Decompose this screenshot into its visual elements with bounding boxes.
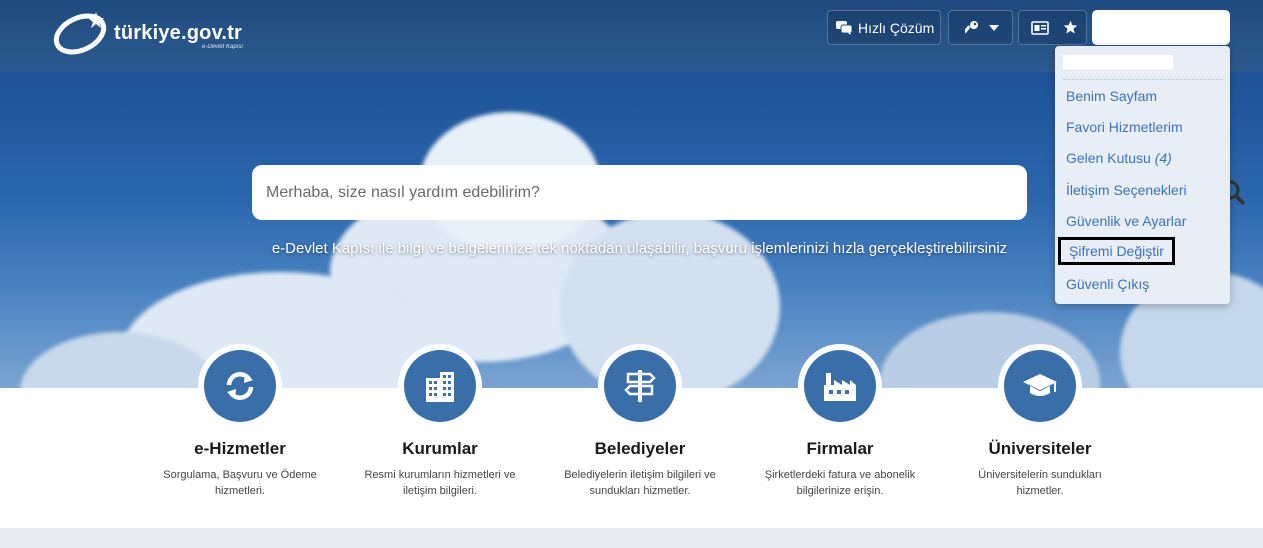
footer-band <box>0 528 1263 548</box>
category-icon-circle <box>598 344 682 428</box>
menu-item-my-page[interactable]: Benim Sayfam <box>1066 88 1157 104</box>
category-title: Firmalar <box>806 439 874 458</box>
menu-item-label: Güvenlik ve Ayarlar <box>1066 213 1187 229</box>
menu-item-label: Favori Hizmetlerim <box>1066 119 1183 135</box>
search-input[interactable] <box>266 177 946 209</box>
category-municipalities[interactable]: Belediyeler Belediyelerin iletişim bilgi… <box>540 344 740 499</box>
category-universities[interactable]: Üniversiteler Üniversitelerin sundukları… <box>940 344 1140 499</box>
refresh-icon <box>226 372 254 400</box>
category-companies[interactable]: Firmalar Şirketlerdeki fatura ve aboneli… <box>740 344 940 499</box>
menu-item-label: Gelen Kutusu <box>1066 150 1151 166</box>
chat-icon <box>836 20 852 35</box>
category-title: Üniversiteler <box>988 439 1092 458</box>
category-icon-circle <box>398 344 482 428</box>
user-name-field <box>1063 55 1173 69</box>
menu-item-secure-logout[interactable]: Güvenli Çıkış <box>1066 276 1149 292</box>
menu-item-inbox[interactable]: Gelen Kutusu (4) <box>1066 150 1172 166</box>
menu-item-contact-options[interactable]: İletişim Seçenekleri <box>1066 182 1187 198</box>
hero-tagline: e-Devlet Kapısı ile bilgi ve belgelerini… <box>271 240 1008 257</box>
category-institutions[interactable]: Kurumlar Resmi kurumların hizmetleri ve … <box>340 344 540 499</box>
category-icon-circle <box>198 344 282 428</box>
category-title: e-Hizmetler <box>194 439 286 458</box>
brand-tagline: e-Devlet Kapısı <box>202 44 244 50</box>
chevron-down-icon <box>989 24 999 31</box>
quick-solution-label: Hızlı Çözüm <box>858 19 935 36</box>
menu-item-change-password[interactable]: Şifremi Değiştir <box>1058 237 1175 265</box>
building-icon <box>426 372 454 402</box>
category-description: Üniversitelerin sundukları hizmetler. <box>978 469 1102 497</box>
category-title: Belediyeler <box>594 439 686 458</box>
category-description: Resmi kurumların hizmetleri ve iletişim … <box>364 469 516 497</box>
brand-name: türkiye.gov.tr <box>114 22 243 44</box>
factory-icon <box>824 373 856 401</box>
category-title: Kurumlar <box>402 439 478 458</box>
star-icon <box>1063 20 1078 34</box>
category-e-services[interactable]: e-Hizmetler Sorgulama, Başvuru ve Ödeme … <box>140 344 340 499</box>
site-logo[interactable]: türkiye.gov.tr e-Devlet Kapısı <box>52 6 262 58</box>
menu-divider <box>1063 79 1223 80</box>
menu-item-label: İletişim Seçenekleri <box>1066 182 1187 198</box>
quick-solution-button[interactable]: Hızlı Çözüm <box>827 10 941 45</box>
signpost-icon <box>624 370 656 402</box>
category-icon-circle <box>998 344 1082 428</box>
graduation-cap-icon <box>1023 374 1057 396</box>
category-description: Şirketlerdeki fatura ve abonelik bilgile… <box>764 469 916 497</box>
user-dropdown-menu: Benim Sayfam Favori Hizmetlerim Gelen Ku… <box>1055 46 1230 304</box>
menu-item-label: Şifremi Değiştir <box>1069 243 1164 259</box>
category-icon-circle <box>798 344 882 428</box>
card-favorites-button[interactable] <box>1018 10 1087 45</box>
key-icon <box>965 20 978 33</box>
logo-swoosh-icon <box>53 12 107 55</box>
menu-item-label: Benim Sayfam <box>1066 88 1158 104</box>
category-description: Belediyelerin iletişim bilgileri ve sund… <box>564 469 716 497</box>
login-options-button[interactable] <box>948 10 1013 45</box>
user-menu-button[interactable] <box>1092 10 1230 45</box>
menu-item-favorite-services[interactable]: Favori Hizmetlerim <box>1066 119 1183 135</box>
search-bar <box>252 165 1245 220</box>
menu-item-security-settings[interactable]: Güvenlik ve Ayarlar <box>1066 213 1186 229</box>
menu-item-label: Güvenli Çıkış <box>1066 276 1150 292</box>
category-description: Sorgulama, Başvuru ve Ödeme hizmetleri. <box>163 469 317 497</box>
inbox-count-badge: (4) <box>1154 150 1172 166</box>
id-card-icon <box>1031 20 1049 35</box>
